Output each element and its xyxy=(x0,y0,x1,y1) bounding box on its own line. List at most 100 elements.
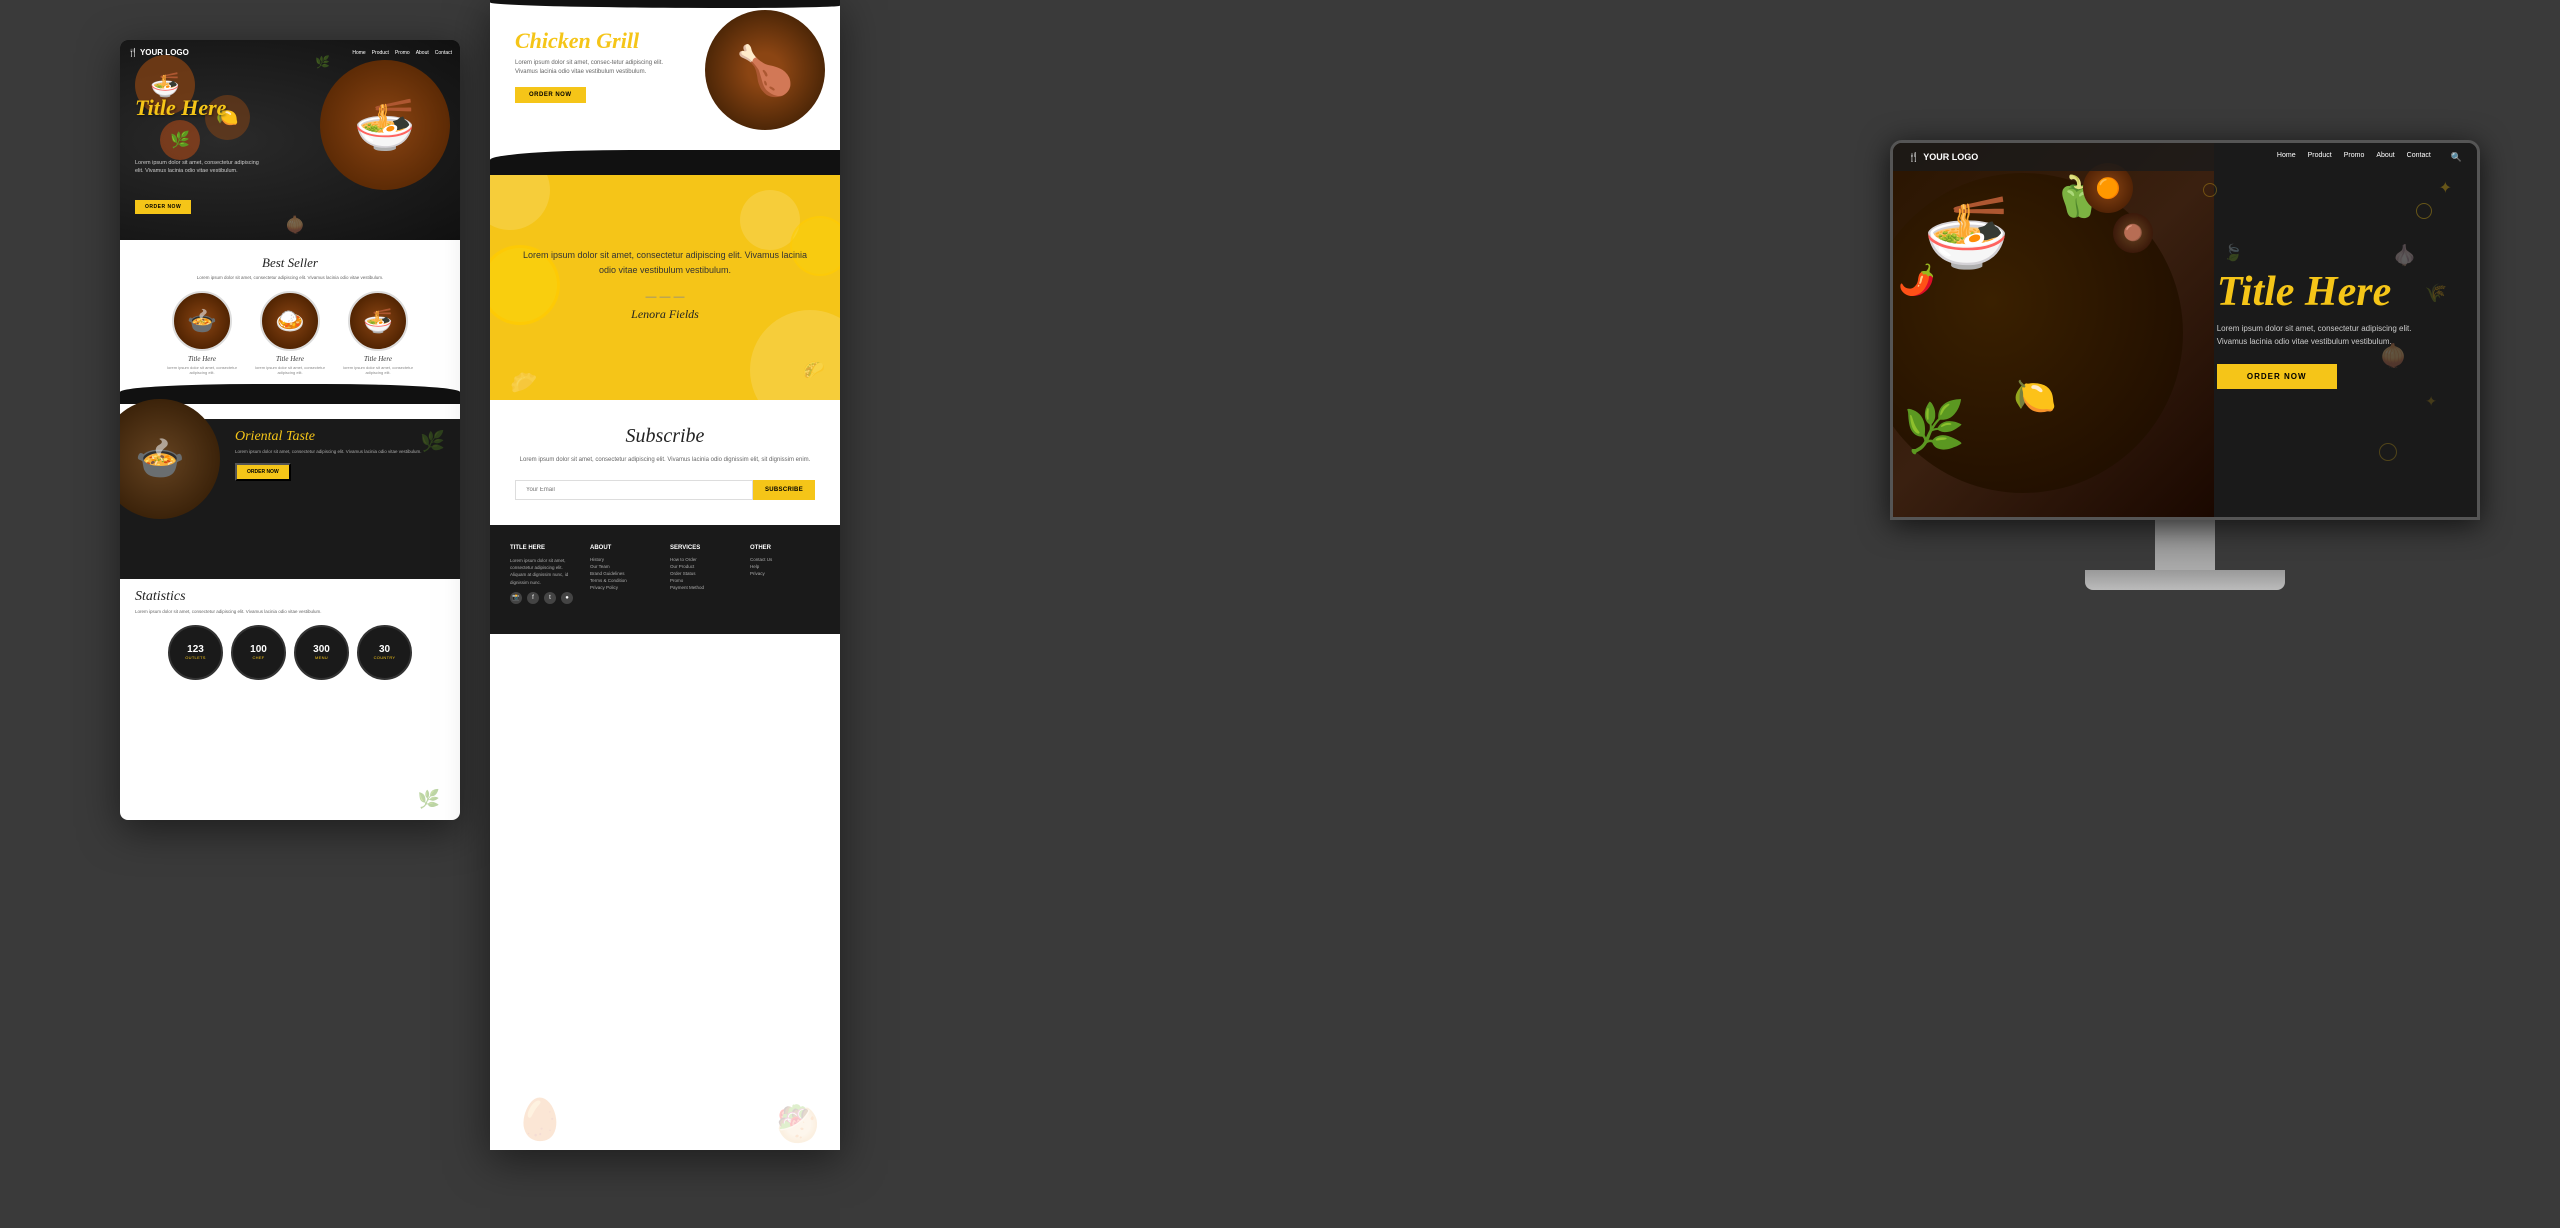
nav-about[interactable]: About xyxy=(416,50,429,56)
product-desc-3: lorem ipsum dolor sit amet, consectetur … xyxy=(338,365,418,375)
monitor-spice-bowl-2: 🟤 xyxy=(2113,213,2153,253)
footer-contactus-link[interactable]: Contact Us xyxy=(750,557,820,562)
product-image-1: 🍲 xyxy=(172,291,232,351)
right-monitor-mockup: 🍴 YOUR LOGO Home Product Promo About Con… xyxy=(1890,140,2480,590)
footer-terms-link[interactable]: Terms & Condition xyxy=(590,578,660,583)
nav-product[interactable]: Product xyxy=(372,50,389,56)
footer-col3-title: SERVICES xyxy=(670,545,740,551)
oriental-description: Lorem ipsum dolor sit amet, consectetur … xyxy=(235,449,445,455)
other-icon[interactable]: ● xyxy=(561,592,573,604)
monitor-nav-about[interactable]: About xyxy=(2376,152,2394,163)
bg-circle-2 xyxy=(750,310,840,400)
footer-privacy-link[interactable]: Privacy Policy xyxy=(590,585,660,590)
bg-circle-3 xyxy=(740,190,800,250)
subscribe-desc: Lorem ipsum dolor sit amet, consectetur … xyxy=(515,456,815,465)
footer-col1-title: TITLE HERE xyxy=(510,545,580,551)
monitor-order-button[interactable]: ORDER NOW xyxy=(2217,364,2337,389)
monitor-screen: 🍴 YOUR LOGO Home Product Promo About Con… xyxy=(1890,140,2480,520)
footer-col-3: SERVICES How to Order Our Product Order … xyxy=(670,545,740,604)
footer-help-link[interactable]: Help xyxy=(750,564,820,569)
monitor-food-lemon: 🍋 xyxy=(2013,376,2057,417)
sub-deco-bottom-right: 🥙 xyxy=(776,1104,820,1145)
product-image-3: 🍜 xyxy=(348,291,408,351)
email-input[interactable] xyxy=(515,480,753,500)
nav-contact[interactable]: Contact xyxy=(435,50,452,56)
stat-chef: 100 CHEF xyxy=(231,625,286,680)
stat-menu-number: 300 xyxy=(313,644,330,655)
testimonial-bg-decoration xyxy=(490,170,840,400)
instagram-icon[interactable]: 📸 xyxy=(510,592,522,604)
left-hero-description: Lorem ipsum dolor sit amet, consectetur … xyxy=(135,160,265,175)
deco-icon-garlic: 🧅 xyxy=(285,215,305,235)
stats-row: 123 OUTLETS 100 CHEF 300 MENU 30 COUNTRY xyxy=(135,625,445,680)
footer-team-link[interactable]: Our Team xyxy=(590,564,660,569)
monitor-search-icon[interactable]: 🔍 xyxy=(2451,152,2462,163)
monitor-deco-leaf: 🍃 xyxy=(2223,243,2243,263)
left-oriental-section: 🍲 Oriental Taste Lorem ipsum dolor sit a… xyxy=(120,419,460,579)
middle-webpage-mockup: Chicken Grill Lorem ipsum dolor sit amet… xyxy=(490,0,840,1150)
monitor-deco-star-1: ✦ xyxy=(2439,178,2452,198)
footer-howtoorder-link[interactable]: How to Order xyxy=(670,557,740,562)
left-hero-title: Title Here xyxy=(135,95,226,121)
footer-payment-link[interactable]: Payment Method xyxy=(670,585,740,590)
stat-chef-label: CHEF xyxy=(252,655,264,660)
monitor-deco-star-2: ✦ xyxy=(2425,393,2437,410)
monitor-nav-home[interactable]: Home xyxy=(2277,152,2296,163)
facebook-icon[interactable]: f xyxy=(527,592,539,604)
mid-subscribe-section: 🥟 🌮 Subscribe Lorem ipsum dolor sit amet… xyxy=(490,400,840,525)
left-order-button[interactable]: ORDER NOW xyxy=(135,200,191,214)
left-navigation: 🍴 YOUR LOGO Home Product Promo About Con… xyxy=(128,48,452,57)
monitor-deco-circle-1 xyxy=(2416,203,2432,219)
left-logo: 🍴 YOUR LOGO xyxy=(128,48,189,57)
statistics-title: Statistics xyxy=(135,589,445,605)
stat-menu-label: MENU xyxy=(315,655,328,660)
product-item-2: 🍛 Title Here lorem ipsum dolor sit amet,… xyxy=(250,291,330,375)
stat-country-label: COUNTRY xyxy=(374,655,396,660)
left-bestseller-desc: Lorem ipsum dolor sit amet, consectetur … xyxy=(130,275,450,281)
chicken-order-button[interactable]: ORDER NOW xyxy=(515,87,586,103)
statistics-description: Lorem ipsum dolor sit amet, consectetur … xyxy=(135,609,445,615)
subscribe-title: Subscribe xyxy=(515,425,815,448)
footer-history-link[interactable]: History xyxy=(590,557,660,562)
testimonial-author: Lenora Fields xyxy=(631,307,699,322)
footer-brand-link[interactable]: Brand Guidelines xyxy=(590,571,660,576)
stats-deco-icon: 🌿 xyxy=(418,789,440,810)
hero-food-bowl-3: 🌿 xyxy=(160,120,200,160)
stat-country-number: 30 xyxy=(379,644,390,655)
chicken-desc: Lorem ipsum dolor sit amet, consec-tetur… xyxy=(515,59,675,77)
product-title-3: Title Here xyxy=(338,355,418,363)
footer-col4-title: OTHER xyxy=(750,545,820,551)
mid-testimonial-section: Lorem ipsum dolor sit amet, consectetur … xyxy=(490,170,840,400)
monitor-food-noodles: 🍜 xyxy=(1923,193,2010,275)
product-item-1: 🍲 Title Here lorem ipsum dolor sit amet,… xyxy=(162,291,242,375)
stat-outlets-number: 123 xyxy=(187,644,204,655)
fork-knife-icon: 🍴 xyxy=(128,48,138,57)
footer-col2-title: ABOUT xyxy=(590,545,660,551)
monitor-stand-neck xyxy=(2155,520,2215,570)
oriental-order-button[interactable]: ORDER NOW xyxy=(235,463,291,481)
monitor-navigation: 🍴 YOUR LOGO Home Product Promo About Con… xyxy=(1893,143,2477,171)
product-title-1: Title Here xyxy=(162,355,242,363)
nav-promo[interactable]: Promo xyxy=(395,50,410,56)
monitor-nav-contact[interactable]: Contact xyxy=(2407,152,2431,163)
oriental-deco-herb: 🌿 xyxy=(420,429,445,454)
nav-home[interactable]: Home xyxy=(352,50,365,56)
monitor-nav-product[interactable]: Product xyxy=(2308,152,2332,163)
sub-deco-1: 🥟 xyxy=(510,370,537,396)
stat-outlets-label: OUTLETS xyxy=(185,655,206,660)
mid-brush-stroke xyxy=(490,150,840,175)
twitter-icon[interactable]: t xyxy=(544,592,556,604)
footer-promo-link[interactable]: Promo xyxy=(670,578,740,583)
footer-privacy2-link[interactable]: Privacy xyxy=(750,571,820,576)
chicken-food-image: 🍗 xyxy=(705,10,825,130)
sub-deco-bottom-left: 🥚 xyxy=(515,1100,565,1140)
monitor-deco-small-circle xyxy=(2203,183,2217,197)
product-image-2: 🍛 xyxy=(260,291,320,351)
left-statistics-section: Statistics Lorem ipsum dolor sit amet, c… xyxy=(120,579,460,690)
footer-ourproduct-link[interactable]: Our Product xyxy=(670,564,740,569)
social-icons: 📸 f t ● xyxy=(510,592,580,604)
sub-deco-2: 🌮 xyxy=(803,360,825,381)
monitor-nav-promo[interactable]: Promo xyxy=(2344,152,2365,163)
footer-orderstatus-link[interactable]: Order Status xyxy=(670,571,740,576)
subscribe-button[interactable]: SUBSCRIBE xyxy=(753,480,815,500)
